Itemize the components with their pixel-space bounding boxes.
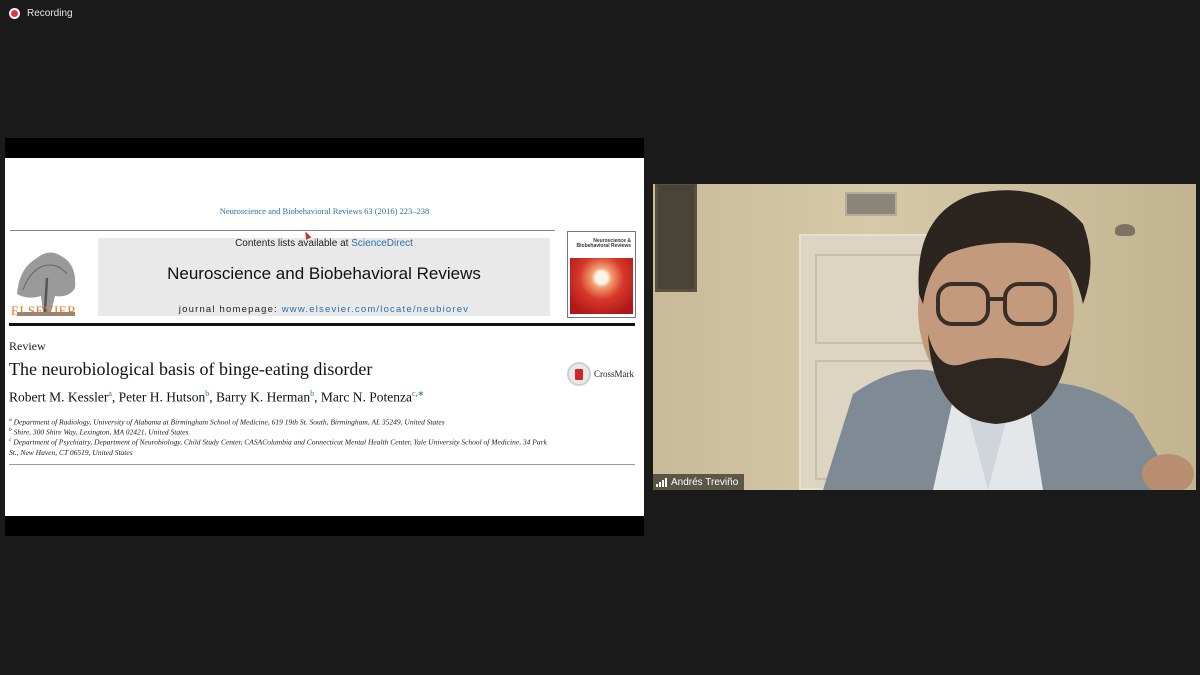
author-sup: b xyxy=(310,389,315,398)
author-sup: c,∗ xyxy=(411,389,425,398)
article-title: The neurobiological basis of binge-eatin… xyxy=(9,359,373,379)
publisher-name: ELSEVIER xyxy=(11,303,77,318)
journal-title: Neuroscience and Biobehavioral Reviews xyxy=(167,264,481,283)
divider xyxy=(10,230,555,231)
journal-cover: Neuroscience & Biobehavioral Reviews xyxy=(567,231,636,318)
crossmark-badge[interactable]: CrossMark xyxy=(567,362,634,386)
affiliation-sup: a xyxy=(9,417,12,423)
author-name: Barry K. Herman xyxy=(216,389,311,405)
recording-indicator[interactable]: Recording xyxy=(9,8,73,19)
article-section: Review xyxy=(9,339,46,353)
record-icon xyxy=(9,8,20,19)
sciencedirect-link[interactable]: ScienceDirect xyxy=(351,238,413,249)
affiliation: c Department of Psychiatry, Department o… xyxy=(9,435,554,458)
homepage-link[interactable]: www.elsevier.com/locate/neubiorev xyxy=(282,304,469,315)
journal-citation: Neuroscience and Biobehavioral Reviews 6… xyxy=(219,206,430,216)
homepage-prefix: journal homepage: xyxy=(178,304,282,315)
affiliation-sup: c xyxy=(9,437,12,443)
shared-screen: Neuroscience and Biobehavioral Reviews 6… xyxy=(5,138,644,536)
author-sup: b xyxy=(205,389,210,398)
affiliation-text: Department of Psychiatry, Department of … xyxy=(9,437,547,457)
crossmark-label: CrossMark xyxy=(594,369,634,379)
signal-bars-icon xyxy=(656,477,667,487)
divider xyxy=(9,464,635,465)
divider-thick xyxy=(9,323,635,326)
author-name: Peter H. Hutson xyxy=(118,389,206,405)
contents-line: Contents lists available at ScienceDirec… xyxy=(98,238,550,249)
journal-banner: Contents lists available at ScienceDirec… xyxy=(98,238,550,316)
paper-page: Neuroscience and Biobehavioral Reviews 6… xyxy=(5,158,644,516)
author-name: Robert M. Kessler xyxy=(9,389,109,405)
author-list: Robert M. Kesslera, Peter H. Hutsonb, Ba… xyxy=(9,389,425,405)
author-sup: a xyxy=(108,389,112,398)
crossmark-icon xyxy=(567,362,591,386)
wall-picture xyxy=(655,184,697,292)
cover-title: Neuroscience & Biobehavioral Reviews xyxy=(576,238,631,249)
participant-video[interactable]: Andrés Treviño xyxy=(653,184,1196,490)
affiliation-sup: b xyxy=(9,427,12,433)
cover-art xyxy=(570,258,633,314)
participant-name: Andrés Treviño xyxy=(671,476,739,488)
contents-prefix: Contents lists available at xyxy=(235,238,352,249)
participant-image xyxy=(823,190,1194,490)
author-name: Marc N. Potenza xyxy=(320,389,412,405)
participant-name-tag: Andrés Treviño xyxy=(653,474,745,490)
homepage-line: journal homepage: www.elsevier.com/locat… xyxy=(98,304,550,315)
recording-label: Recording xyxy=(27,8,73,19)
